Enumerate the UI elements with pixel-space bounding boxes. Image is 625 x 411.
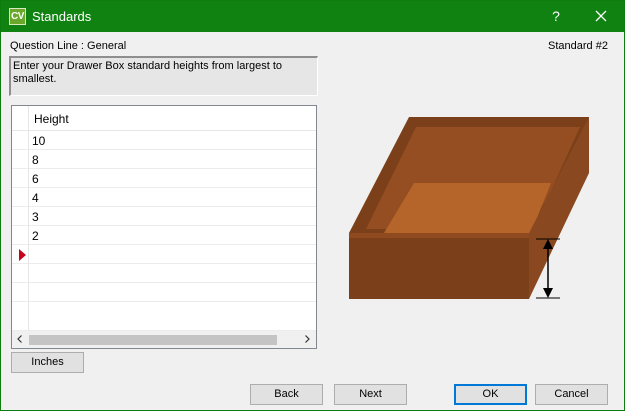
- table-row[interactable]: 6: [12, 169, 316, 188]
- close-button[interactable]: [585, 1, 617, 32]
- table-row[interactable]: 2: [12, 226, 316, 245]
- height-cell[interactable]: 8: [32, 153, 39, 167]
- ok-button[interactable]: OK: [454, 384, 527, 405]
- cancel-button[interactable]: Cancel: [535, 384, 608, 405]
- row-selector[interactable]: [12, 150, 29, 169]
- row-selector: [12, 283, 29, 302]
- column-header-height[interactable]: Height: [34, 112, 69, 126]
- grid-header: Height: [12, 106, 316, 131]
- row-selector: [12, 264, 29, 283]
- table-row: [12, 302, 316, 331]
- chevron-left-icon[interactable]: [15, 334, 25, 344]
- cv-logo-icon: CV: [9, 8, 26, 25]
- table-row[interactable]: 4: [12, 188, 316, 207]
- standards-dialog: CV Standards ? Question Line : General S…: [0, 0, 625, 411]
- height-cell[interactable]: 3: [32, 210, 39, 224]
- close-icon: [595, 10, 607, 22]
- horizontal-scrollbar[interactable]: [12, 331, 316, 348]
- table-row[interactable]: 3: [12, 207, 316, 226]
- table-row[interactable]: 10: [12, 131, 316, 150]
- units-button[interactable]: Inches: [11, 352, 84, 373]
- standard-number-label: Standard #2: [548, 40, 608, 52]
- scrollbar-thumb[interactable]: [29, 335, 277, 345]
- title-bar: CV Standards ?: [1, 1, 624, 32]
- row-selector[interactable]: [12, 169, 29, 188]
- row-selector[interactable]: [12, 188, 29, 207]
- new-table-row[interactable]: [12, 245, 316, 264]
- row-selector[interactable]: [12, 207, 29, 226]
- height-grid[interactable]: Height 10 8 6 4 3 2: [11, 105, 317, 349]
- height-cell[interactable]: 2: [32, 229, 39, 243]
- instruction-text: Enter your Drawer Box standard heights f…: [9, 56, 318, 96]
- grid-corner: [12, 106, 29, 131]
- height-cell[interactable]: 10: [32, 134, 45, 148]
- question-line-label: Question Line : General: [10, 40, 127, 52]
- help-button[interactable]: ?: [541, 1, 571, 32]
- drawer-box-illustration: [349, 117, 589, 299]
- table-row[interactable]: 8: [12, 150, 316, 169]
- chevron-right-icon[interactable]: [302, 334, 312, 344]
- row-selector[interactable]: [12, 131, 29, 150]
- table-row: [12, 283, 316, 302]
- row-selector[interactable]: [12, 226, 29, 245]
- row-selector: [12, 302, 29, 331]
- row-selector[interactable]: [12, 245, 29, 264]
- table-row: [12, 264, 316, 283]
- next-button[interactable]: Next: [334, 384, 407, 405]
- height-cell[interactable]: 6: [32, 172, 39, 186]
- row-pointer-icon: [19, 249, 26, 261]
- back-button[interactable]: Back: [250, 384, 323, 405]
- window-title: Standards: [32, 9, 92, 24]
- height-cell[interactable]: 4: [32, 191, 39, 205]
